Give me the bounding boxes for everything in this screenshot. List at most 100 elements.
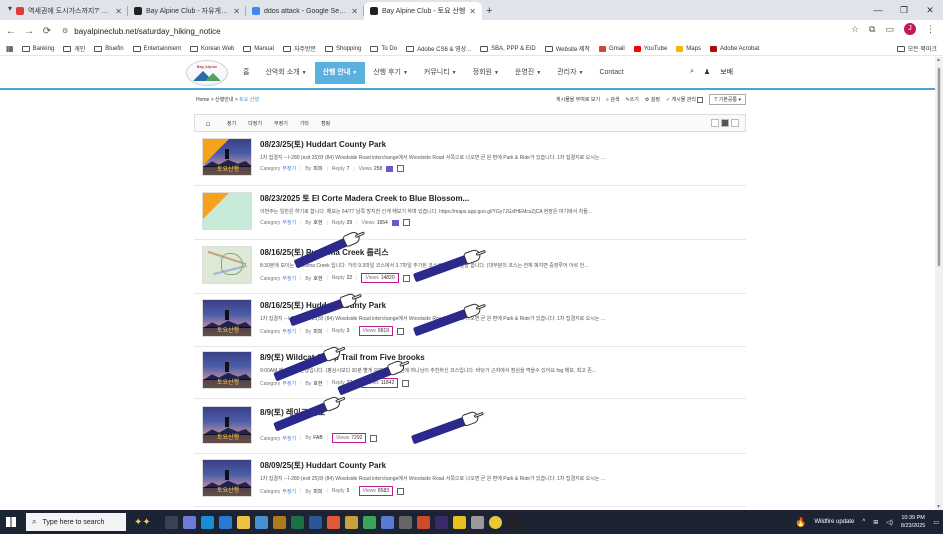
post-select-checkbox[interactable] — [402, 219, 410, 226]
menu-item-4[interactable]: 커뮤니티 ▼ — [416, 62, 465, 84]
post-title[interactable]: 08/23/2025 토 El Corte Madera Creek to Bl… — [260, 193, 469, 204]
tab-close-icon[interactable]: ✕ — [351, 7, 358, 16]
site-logo[interactable]: Bay Alpine — [186, 60, 228, 86]
menu-item-7[interactable]: 관리자 ▼ — [549, 62, 591, 84]
post-thumbnail[interactable] — [202, 192, 252, 230]
word-icon[interactable] — [308, 515, 322, 529]
calculator-icon[interactable] — [398, 515, 412, 529]
network-icon[interactable]: ⊞ — [873, 519, 878, 526]
post-thumbnail[interactable] — [202, 246, 252, 284]
clock[interactable]: 10:39 PM 8/23/2025 — [901, 514, 925, 530]
post-item[interactable]: 08/23/2025 토 El Corte Madera Creek to Bl… — [194, 188, 746, 240]
tab-close-icon[interactable]: ✕ — [233, 7, 240, 16]
post-item[interactable]: 토요산행 08/09/25(토) Huddart County Park 1차 집결… — [194, 455, 746, 507]
scroll-up-icon[interactable]: ▲ — [936, 57, 941, 63]
powerpoint-icon[interactable] — [416, 515, 430, 529]
post-select-checkbox[interactable] — [397, 327, 405, 335]
scroll-thumb[interactable] — [937, 67, 941, 267]
bookmark-1[interactable]: 개인 — [63, 44, 85, 53]
category-tab-0[interactable]: 정기 — [221, 120, 242, 127]
bookmark-5[interactable]: Manual — [243, 45, 274, 52]
menu-item-8[interactable]: Contact — [591, 62, 631, 84]
taskbar-search[interactable]: ⌕ Type here to search — [26, 513, 126, 531]
search-link[interactable]: ⌕ 검색 — [606, 96, 619, 103]
bookmark-10[interactable]: SBA, PPP & EID — [480, 45, 536, 52]
profile-avatar[interactable]: J — [904, 23, 916, 35]
post-select-checkbox[interactable] — [397, 487, 405, 495]
webzine-view-icon[interactable] — [721, 119, 729, 127]
chrome-menu-icon[interactable]: ⋮ — [926, 24, 935, 35]
reload-icon[interactable]: ⟳ — [40, 26, 54, 37]
settings-link[interactable]: ⚙ 설정 — [645, 96, 660, 103]
sidebar-icon[interactable]: ▭ — [885, 24, 894, 35]
menu-item-0[interactable]: 홈 — [235, 62, 257, 84]
app3-icon[interactable] — [362, 515, 376, 529]
category-tab-2[interactable]: 부정기 — [268, 120, 294, 127]
task-view-icon[interactable] — [164, 515, 178, 529]
post-select-checkbox[interactable] — [370, 434, 378, 442]
close-window-icon[interactable]: ✕ — [917, 0, 943, 20]
tab-close-icon[interactable]: ✕ — [469, 7, 476, 16]
category-tab-1[interactable]: 다정기 — [242, 120, 268, 127]
file-explorer-icon[interactable] — [236, 515, 250, 529]
maximize-icon[interactable]: ❐ — [891, 0, 917, 20]
start-button[interactable] — [0, 510, 22, 534]
all-bookmarks[interactable]: 모든 북마크 — [896, 44, 937, 53]
minimize-icon[interactable]: — — [865, 0, 891, 20]
site-info-icon[interactable]: ⚙ — [62, 27, 68, 35]
admin-link[interactable]: ✓ 게시물 관리 — [666, 96, 704, 103]
gallery-view-icon[interactable] — [731, 119, 739, 127]
menu-item-5[interactable]: 정회원 ▼ — [465, 62, 507, 84]
store-icon[interactable] — [218, 515, 232, 529]
browser-tab-2[interactable]: ddos attack - Google Search ✕ — [246, 2, 364, 20]
category-tab-4[interactable]: 캠핑 — [315, 120, 336, 127]
media-icon[interactable] — [344, 515, 358, 529]
notifications-icon[interactable]: ▭ — [933, 519, 939, 526]
bookmark-12[interactable]: Gmail — [599, 45, 625, 52]
bookmark-14[interactable]: Maps — [676, 45, 701, 52]
bookmark-13[interactable]: YouTube — [633, 45, 667, 52]
edge-icon[interactable] — [200, 515, 214, 529]
copilot-sparkle-icon[interactable]: ✦✦ — [134, 517, 151, 528]
new-tab-button[interactable]: + — [486, 2, 492, 20]
menu-item-3[interactable]: 산행 후기 ▼ — [365, 62, 416, 84]
tray-chevron-icon[interactable]: ^ — [862, 519, 865, 525]
read-all-link[interactable]: 게시물을 부여로 보기 — [556, 96, 600, 103]
site-search-icon[interactable]: ⌕ — [690, 68, 694, 76]
post-select-checkbox[interactable] — [397, 165, 405, 172]
app6-icon[interactable] — [506, 515, 520, 529]
photos-icon[interactable] — [254, 515, 268, 529]
post-thumbnail[interactable]: 토요산행 — [202, 138, 252, 176]
forward-icon[interactable]: → — [22, 26, 36, 37]
write-link[interactable]: ✎쓰기 — [625, 96, 638, 103]
user-label[interactable]: 보배 — [720, 67, 733, 77]
admin-checkbox[interactable] — [697, 96, 704, 103]
app4-icon[interactable] — [380, 515, 394, 529]
bookmark-3[interactable]: Entertainment — [132, 45, 181, 52]
post-thumbnail[interactable]: 토요산행 — [202, 406, 252, 444]
extensions-icon[interactable]: ⧉ — [869, 24, 875, 35]
post-item[interactable]: 토요산행 08/23/25(토) Huddart County Park 1차 집결… — [194, 134, 746, 186]
weather-text[interactable]: Wildfire update — [814, 519, 854, 525]
category-tab-3[interactable]: 기타 — [294, 120, 315, 127]
page-scrollbar[interactable]: ▲ ▼ — [935, 57, 943, 510]
post-thumbnail[interactable]: 토요산행 — [202, 351, 252, 389]
bookmark-8[interactable]: To Do — [370, 45, 397, 52]
bookmark-11[interactable]: Website 제작 — [544, 44, 590, 53]
line-icon[interactable] — [452, 515, 466, 529]
bookmark-7[interactable]: Shopping — [325, 45, 361, 52]
app2-icon[interactable] — [326, 515, 340, 529]
bookmark-9[interactable]: Adobe CS6 & 영상... — [406, 44, 471, 53]
bookmark-15[interactable]: Adobe Acrobat — [709, 45, 759, 52]
volume-icon[interactable]: ◁) — [886, 519, 893, 526]
user-icon[interactable]: ♟ — [704, 68, 710, 76]
bookmark-6[interactable]: 자주방문 — [282, 44, 316, 53]
browser-tab-0[interactable]: 역세권에 도시가스까지?' 수도 ✕ — [10, 2, 128, 20]
bookmark-4[interactable]: Korean Web — [190, 45, 234, 52]
excel-icon[interactable] — [290, 515, 304, 529]
post-thumbnail[interactable]: 토요산행 — [202, 299, 252, 337]
bookmark-2[interactable]: Bluefin — [94, 45, 124, 52]
post-select-checkbox[interactable] — [402, 274, 410, 282]
post-select-checkbox[interactable] — [402, 379, 410, 387]
chrome-icon[interactable] — [488, 515, 502, 529]
